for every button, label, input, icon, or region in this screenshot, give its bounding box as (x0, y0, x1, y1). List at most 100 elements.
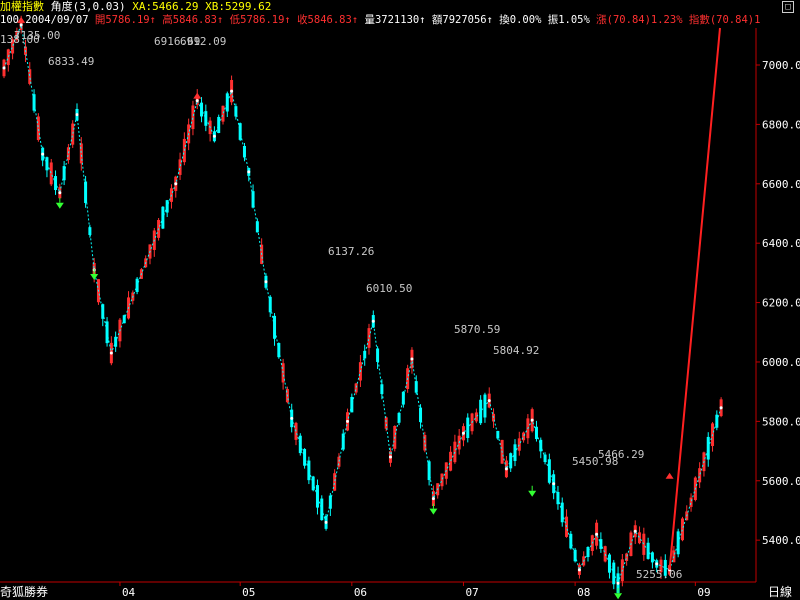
pivot-label: 5466.29 (598, 448, 644, 461)
zigzag-pivot (41, 152, 45, 156)
candle-body (449, 451, 453, 471)
candle-body (298, 435, 302, 454)
x-tick-label: 09 (697, 586, 710, 599)
zigzag-pivot (290, 416, 294, 420)
candle-body (646, 542, 650, 559)
zigzag-pivot (461, 431, 465, 435)
candle-body (547, 459, 551, 483)
zigzag-pivot (264, 280, 268, 284)
candle-body (294, 422, 298, 440)
candlestick-chart[interactable]: 5400.00 5600.00 5800.00 6000.00 6200.00 6400.… (0, 0, 800, 600)
y-tick-label: 5800.00 (762, 415, 800, 428)
candle-body (586, 546, 590, 558)
down-arrow-icon (55, 202, 64, 209)
pivot-label: 6833.49 (48, 55, 94, 68)
zigzag-pivot (174, 182, 178, 186)
candle-body (221, 105, 225, 122)
zigzag-pivot (504, 467, 508, 471)
y-tick-label: 5400.00 (762, 534, 800, 547)
zigzag-pivot (109, 351, 113, 355)
candle-body (517, 438, 521, 451)
candle-body (680, 518, 684, 541)
zigzag-pivot (552, 482, 556, 486)
candle-body (225, 93, 229, 112)
pivot-label: 5870.59 (454, 323, 500, 336)
y-tick-label: 6400.00 (762, 237, 800, 250)
down-arrow-icon (528, 490, 537, 497)
candle-body (273, 315, 277, 339)
candle-body (36, 116, 40, 141)
candle-body (315, 485, 319, 508)
candle-body (560, 502, 564, 523)
y-tick-label: 6600.00 (762, 178, 800, 191)
candle-body (191, 105, 195, 130)
up-arrow-icon (665, 472, 674, 479)
zigzag-label: 138.00 (0, 33, 40, 46)
pivot-label: 5804.92 (493, 344, 539, 357)
zigzag-pivot (195, 99, 199, 103)
candle-body (509, 453, 513, 469)
x-tick-label: 05 (242, 586, 255, 599)
zigzag-pivot (75, 113, 79, 117)
zigzag-pivot (633, 529, 637, 533)
candle-body (45, 157, 49, 171)
candle-body (307, 460, 311, 481)
candle-body (474, 412, 478, 422)
down-arrow-icon (90, 273, 99, 280)
zigzag-pivot (616, 581, 620, 585)
brand-label: 奇狐勝券 (0, 585, 49, 599)
pivot-label: 5255.06 (636, 568, 682, 581)
y-tick-label: 5600.00 (762, 475, 800, 488)
up-arrow-icon (17, 16, 26, 23)
y-tick-label: 7000.00 (762, 59, 800, 72)
x-tick-label: 08 (577, 586, 590, 599)
candle-body (204, 111, 208, 126)
zigzag-pivot (247, 170, 251, 174)
candle-body (217, 116, 221, 134)
zigzag-line (3, 23, 722, 585)
zigzag-pivot (346, 419, 350, 423)
candle-body (49, 162, 53, 185)
candle-body (71, 123, 75, 145)
y-tick-label: 6000.00 (762, 356, 800, 369)
zigzag-pivot (655, 562, 659, 566)
candle-body (642, 533, 646, 555)
down-arrow-icon (614, 593, 623, 600)
zigzag-pivot (719, 406, 723, 410)
zigzag-pivot (530, 418, 534, 422)
zigzag-pivot (324, 520, 328, 524)
candle-body (638, 532, 642, 544)
candle-body (607, 554, 611, 573)
zigzag-pivot (19, 23, 23, 27)
candle-body (698, 468, 702, 483)
candle-body (603, 546, 607, 562)
zigzag-pivot (388, 455, 392, 459)
candle-body (440, 473, 444, 487)
candle-body (367, 328, 371, 348)
x-tick-label: 06 (354, 586, 367, 599)
x-tick-label: 07 (465, 586, 478, 599)
up-arrow-icon (193, 92, 202, 99)
candle-body (689, 497, 693, 507)
pivot-label: 6912.09 (180, 35, 226, 48)
y-tick-label: 6200.00 (762, 297, 800, 310)
zigzag-pivot (58, 191, 62, 195)
zigzag-pivot (410, 357, 414, 361)
zigzag-pivot (487, 399, 491, 403)
candle-body (706, 436, 710, 460)
y-tick-label: 6800.00 (762, 118, 800, 131)
pivot-label: 6137.26 (328, 245, 374, 258)
candle-body (534, 426, 538, 440)
candle-body (479, 399, 483, 424)
zigzag-pivot (230, 89, 234, 93)
zigzag-pivot (577, 568, 581, 572)
zigzag-pivot (595, 532, 599, 536)
period-label[interactable]: 日線 (768, 584, 792, 600)
zigzag-pivot (212, 134, 216, 138)
x-tick-label: 04 (122, 586, 136, 599)
candle-body (384, 417, 388, 429)
candle-body (453, 441, 457, 463)
candle-body (105, 321, 109, 344)
zigzag-pivot (371, 319, 375, 323)
down-arrow-icon (429, 508, 438, 515)
